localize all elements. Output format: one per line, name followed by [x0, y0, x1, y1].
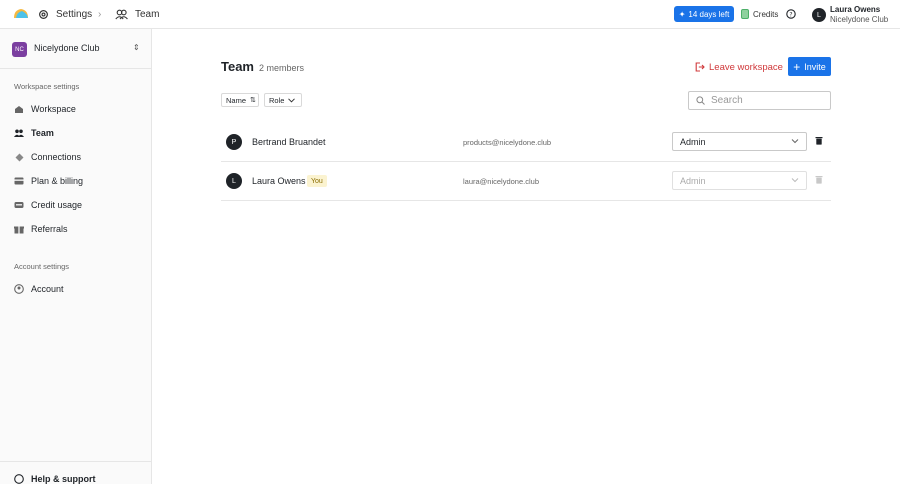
app-logo-icon[interactable] — [12, 6, 30, 20]
trial-days-button[interactable]: ✦ 14 days left — [674, 6, 734, 22]
sidebar-item-label: Account — [31, 284, 64, 294]
sort-role-label: Role — [269, 95, 285, 105]
sidebar: NC Nicelydone Club ⇕ Workspace settings … — [0, 29, 152, 484]
search-field[interactable] — [688, 91, 831, 110]
breadcrumb-team[interactable]: Team — [115, 0, 159, 29]
breadcrumb-team-label: Team — [135, 9, 160, 20]
credits-icon — [741, 9, 749, 19]
logout-icon — [695, 62, 705, 72]
member-count: 2 members — [259, 63, 305, 73]
sidebar-item-label: Team — [31, 128, 54, 138]
leave-workspace-label: Leave workspace — [709, 61, 783, 73]
credit-usage-icon — [14, 200, 24, 210]
member-name: Bertrand Bruandet — [252, 137, 326, 147]
invite-label: Invite — [804, 61, 826, 72]
chevron-down-icon — [791, 139, 799, 144]
plus-icon: + — [793, 59, 801, 74]
chevron-down-icon — [791, 178, 799, 183]
sidebar-item-connections[interactable]: Connections — [0, 146, 152, 168]
search-icon — [696, 96, 705, 105]
sidebar-item-workspace[interactable]: Workspace — [0, 98, 152, 120]
sidebar-item-label: Plan & billing — [31, 176, 84, 186]
top-bar: Settings › Team ✦ 14 days left Credits ?… — [0, 0, 900, 29]
role-value: Admin — [680, 175, 706, 186]
billing-icon — [14, 176, 24, 186]
team-icon — [115, 9, 128, 20]
sidebar-item-referrals[interactable]: Referrals — [0, 218, 152, 240]
user-name: Laura Owens — [830, 5, 881, 14]
referrals-icon — [14, 224, 24, 234]
avatar: L — [812, 8, 826, 22]
user-workspace: Nicelydone Club — [830, 15, 889, 24]
role-value: Admin — [680, 136, 706, 147]
table-row: P Bertrand Bruandet products@nicelydone.… — [221, 123, 831, 162]
section-account-settings: Account settings — [14, 262, 70, 271]
avatar: L — [226, 173, 242, 189]
page-title: Team — [221, 59, 254, 74]
help-icon[interactable]: ? — [786, 9, 796, 19]
role-select[interactable]: Admin — [672, 132, 807, 151]
breadcrumb-settings-label: Settings — [56, 9, 93, 20]
trial-days-label: 14 days left — [688, 9, 730, 19]
member-name: Laura Owens — [252, 176, 306, 186]
workspace-icon — [14, 104, 24, 114]
user-menu[interactable]: L Laura Owens Nicelydone Club — [812, 5, 888, 25]
account-icon — [14, 284, 24, 294]
role-select: Admin — [672, 171, 807, 190]
workspace-switcher[interactable]: NC Nicelydone Club ⇕ — [0, 29, 152, 69]
table-row: L Laura Owens You laura@nicelydone.club … — [221, 162, 831, 201]
team-icon — [14, 128, 24, 138]
main-content: Team 2 members Leave workspace + Invite … — [152, 29, 900, 484]
sort-by-name-button[interactable]: Name ⇅ — [221, 93, 259, 107]
member-email: laura@nicelydone.club — [463, 177, 539, 186]
sidebar-item-plan-billing[interactable]: Plan & billing — [0, 170, 152, 192]
breadcrumb-settings[interactable]: Settings — [38, 0, 92, 29]
credits-button[interactable]: Credits — [741, 6, 778, 22]
trash-icon[interactable] — [815, 136, 823, 145]
chevron-up-down-icon: ⇕ — [133, 43, 140, 52]
workspace-name: Nicelydone Club — [34, 43, 100, 53]
credits-label: Credits — [753, 9, 779, 19]
help-support-item[interactable]: Help & support — [0, 461, 152, 484]
sidebar-item-label: Credit usage — [31, 200, 83, 210]
leave-workspace-button[interactable]: Leave workspace — [695, 59, 783, 75]
sort-name-label: Name — [226, 95, 247, 105]
chevron-right-icon: › — [98, 9, 102, 20]
trash-icon — [815, 176, 823, 184]
sidebar-item-team[interactable]: Team — [0, 122, 152, 144]
member-email: products@nicelydone.club — [463, 138, 552, 147]
connections-icon — [14, 152, 24, 162]
invite-button[interactable]: + Invite — [788, 57, 831, 76]
help-support-label: Help & support — [31, 474, 96, 484]
sidebar-item-label: Workspace — [31, 104, 76, 114]
search-input[interactable] — [711, 95, 821, 106]
section-workspace-settings: Workspace settings — [14, 82, 80, 91]
sort-icon: ⇅ — [250, 97, 256, 104]
sidebar-item-label: Connections — [31, 152, 82, 162]
help-circle-icon — [14, 474, 24, 484]
you-badge: You — [307, 175, 327, 187]
chevron-down-icon — [288, 97, 296, 103]
sparkle-icon: ✦ — [678, 9, 686, 19]
gear-icon — [39, 10, 48, 19]
sidebar-item-credit-usage[interactable]: Credit usage — [0, 194, 152, 216]
workspace-badge: NC — [12, 42, 27, 57]
avatar: P — [226, 134, 242, 150]
filter-role-dropdown[interactable]: Role — [264, 93, 302, 107]
sidebar-item-label: Referrals — [31, 224, 68, 234]
sidebar-item-account[interactable]: Account — [0, 278, 152, 300]
svg-text:?: ? — [789, 11, 792, 18]
